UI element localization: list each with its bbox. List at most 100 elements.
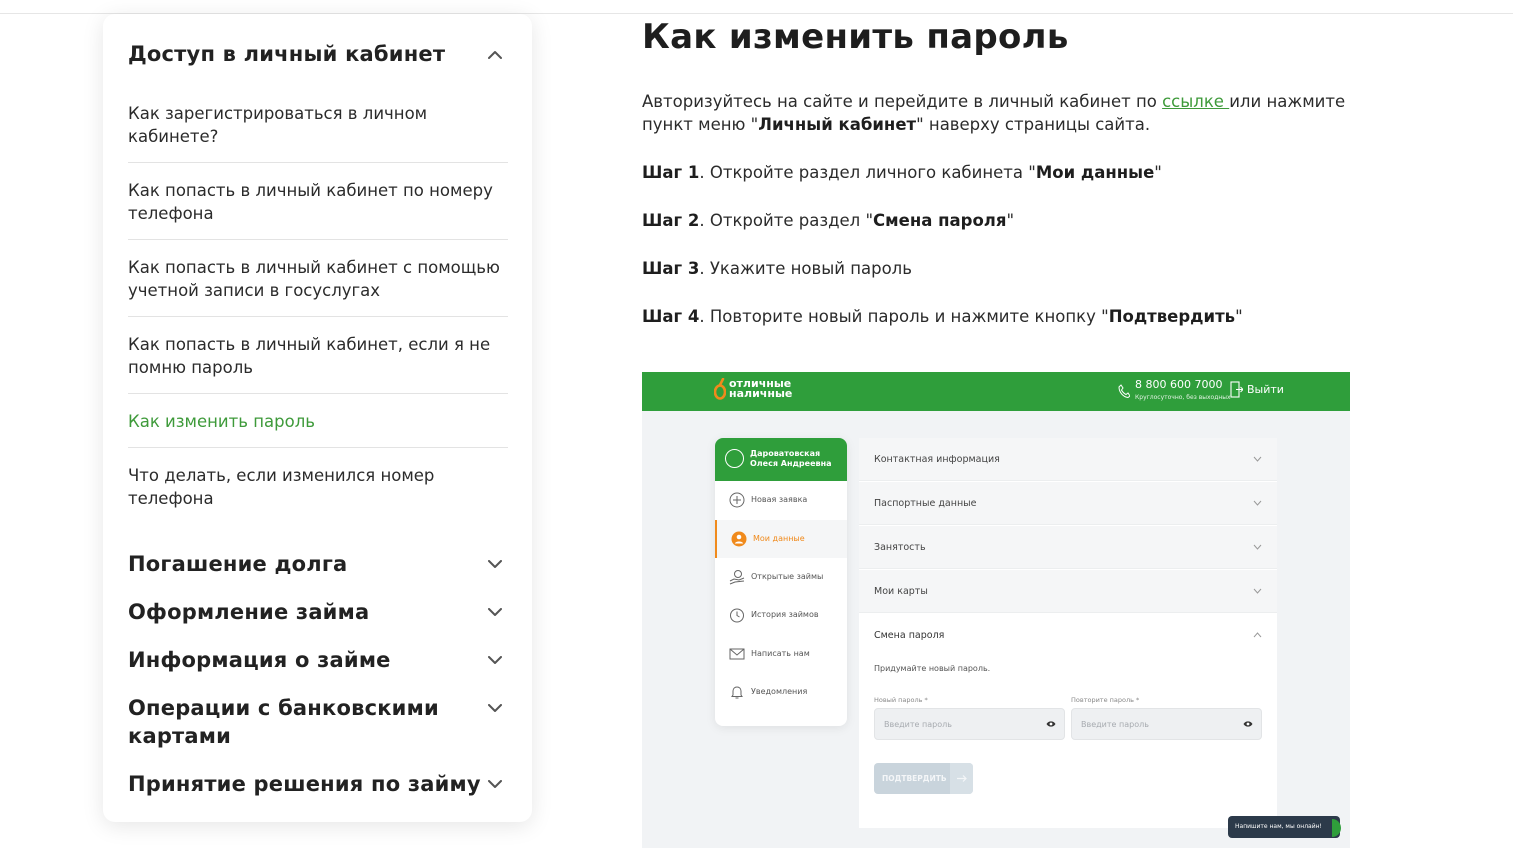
profile-user-block: Дароватовская Олеся Андреевна bbox=[715, 438, 847, 481]
chevron-down-icon bbox=[482, 550, 508, 578]
accordion-label: Контактная информация bbox=[874, 454, 1000, 465]
section-title: Информация о займе bbox=[128, 648, 391, 672]
section-bank-cards[interactable]: Операции с банковскими картами bbox=[128, 694, 508, 750]
step-text: " bbox=[1154, 163, 1162, 182]
chevron-down-icon bbox=[1253, 588, 1262, 594]
password-hint: Придумайте новый пароль. bbox=[874, 664, 991, 673]
step-text: " bbox=[1235, 307, 1243, 326]
chat-label: Напишите нам, мы онлайн! bbox=[1235, 823, 1322, 830]
plus-circle-icon bbox=[729, 492, 745, 508]
chevron-down-icon bbox=[482, 770, 508, 798]
logo-mark-icon bbox=[713, 377, 727, 400]
intro-text: Авторизуйтесь на сайте и перейдите в лич… bbox=[642, 92, 1163, 111]
accordion-label: Смена пароля bbox=[874, 630, 945, 641]
user-name: Олеся Андреевна bbox=[750, 459, 832, 468]
step-text: " bbox=[1006, 211, 1015, 230]
step-bold: Смена пароля bbox=[873, 211, 1007, 230]
step-4: Шаг 4. Повторите новый пароль и нажмите … bbox=[642, 305, 1362, 328]
faq-link-gosuslugi-login[interactable]: Как попасть в личный кабинет с помощью у… bbox=[128, 256, 508, 302]
section-title: Оформление займа bbox=[128, 600, 370, 624]
accordion-contact-info: Контактная информация bbox=[859, 438, 1277, 481]
step-label: Шаг 4 bbox=[642, 307, 700, 326]
eye-icon bbox=[1046, 721, 1056, 727]
menu-loan-history: История займов bbox=[715, 596, 847, 634]
faq-link-phone-login[interactable]: Как попасть в личный кабинет по номеру т… bbox=[128, 179, 508, 225]
section-title: Доступ в личный кабинет bbox=[128, 42, 446, 66]
intro-text: " наверху страницы сайта. bbox=[916, 115, 1151, 134]
menu-label: Уведомления bbox=[751, 687, 808, 696]
section-debt-repayment[interactable]: Погашение долга bbox=[128, 550, 508, 578]
menu-my-data: Мои данные bbox=[715, 520, 847, 558]
repeat-password-label: Повторите пароль * bbox=[1071, 696, 1140, 704]
eye-icon bbox=[1243, 721, 1253, 727]
logout-icon bbox=[1230, 381, 1244, 402]
divider bbox=[128, 162, 508, 163]
step-text: . Укажите новый пароль bbox=[699, 259, 912, 278]
phone-icon bbox=[1118, 383, 1131, 402]
chevron-down-icon bbox=[1253, 456, 1262, 462]
step-2: Шаг 2. Откройте раздел "Смена пароля" bbox=[642, 209, 1362, 232]
menu-label: Открытые займы bbox=[751, 572, 824, 581]
step-text: . Откройте раздел личного кабинета " bbox=[699, 163, 1036, 182]
support-phone: 8 800 600 7000 bbox=[1135, 378, 1223, 391]
menu-notifications: Уведомления bbox=[715, 673, 847, 711]
bell-icon bbox=[731, 686, 743, 699]
chevron-down-icon bbox=[1253, 500, 1262, 506]
step-text: . Откройте раздел " bbox=[699, 211, 874, 230]
accordion-my-cards: Мои карты bbox=[859, 570, 1277, 613]
chevron-down-icon bbox=[482, 646, 508, 674]
step-label: Шаг 1 bbox=[642, 163, 700, 182]
divider bbox=[128, 316, 508, 317]
step-label: Шаг 3 bbox=[642, 259, 700, 278]
section-loan-decision[interactable]: Принятие решения по займу bbox=[128, 770, 508, 798]
logo-line: наличные bbox=[729, 387, 793, 400]
arrow-right-icon bbox=[950, 763, 973, 794]
step-bold: Мои данные bbox=[1035, 163, 1155, 182]
faq-sidebar: Доступ в личный кабинет Как зарегистриро… bbox=[103, 14, 532, 822]
step-label: Шаг 2 bbox=[642, 211, 700, 230]
mail-icon bbox=[729, 648, 745, 660]
user-name: Дароватовская bbox=[750, 449, 821, 458]
chat-widget: Напишите нам, мы онлайн! bbox=[1228, 816, 1341, 838]
article-intro: Авторизуйтесь на сайте и перейдите в лич… bbox=[642, 90, 1362, 136]
section-title: Принятие решения по займу bbox=[128, 772, 481, 796]
divider bbox=[128, 239, 508, 240]
section-loan-application[interactable]: Оформление займа bbox=[128, 598, 508, 626]
support-phone-note: Круглосуточно, без выходных bbox=[1135, 394, 1231, 401]
menu-new-application: Новая заявка bbox=[715, 481, 847, 519]
accordion-label: Паспортные данные bbox=[874, 498, 977, 509]
account-link[interactable]: ссылке bbox=[1162, 92, 1229, 111]
section-title: Операции с банковскими картами bbox=[128, 696, 439, 748]
section-title: Погашение долга bbox=[128, 552, 348, 576]
step-text: . Повторите новый пароль и нажмите кнопк… bbox=[699, 307, 1109, 326]
step-3: Шаг 3. Укажите новый пароль bbox=[642, 257, 1362, 280]
faq-link-forgot-password[interactable]: Как попасть в личный кабинет, если я не … bbox=[128, 333, 508, 379]
accordion-label: Мои карты bbox=[874, 586, 928, 597]
user-icon bbox=[731, 531, 747, 547]
section-loan-info[interactable]: Информация о займе bbox=[128, 646, 508, 674]
menu-label: Написать нам bbox=[751, 649, 810, 658]
menu-open-loans: Открытые займы bbox=[715, 558, 847, 596]
faq-link-change-password[interactable]: Как изменить пароль bbox=[128, 410, 508, 433]
menu-label: История займов bbox=[751, 610, 819, 619]
logout-button: Выйти bbox=[1247, 383, 1284, 396]
confirm-label: ПОДТВЕРДИТЬ bbox=[882, 774, 947, 783]
chevron-down-icon bbox=[482, 694, 508, 722]
menu-write-us: Написать нам bbox=[715, 635, 847, 673]
faq-link-phone-changed[interactable]: Что делать, если изменился номер телефон… bbox=[128, 464, 508, 510]
repeat-password-field: Введите пароль bbox=[1071, 708, 1262, 740]
menu-label: Новая заявка bbox=[751, 495, 808, 504]
accordion-change-password: Смена пароля bbox=[859, 614, 1277, 657]
profile-menu-card: Дароватовская Олеся Андреевна Новая заяв… bbox=[715, 438, 847, 726]
faq-link-register[interactable]: Как зарегистрироваться в личном кабинете… bbox=[128, 102, 508, 148]
chevron-down-icon bbox=[482, 598, 508, 626]
accordion-employment: Занятость bbox=[859, 526, 1277, 569]
confirm-button: ПОДТВЕРДИТЬ bbox=[874, 763, 973, 794]
chat-status-indicator bbox=[1332, 819, 1341, 837]
chevron-down-icon bbox=[1253, 544, 1262, 550]
intro-bold: Личный кабинет bbox=[758, 115, 917, 134]
instruction-screenshot: отличные наличные 8 800 600 7000 Круглос… bbox=[642, 372, 1350, 848]
menu-label: Мои данные bbox=[753, 534, 805, 543]
divider bbox=[128, 393, 508, 394]
section-access-account[interactable]: Доступ в личный кабинет bbox=[128, 40, 508, 68]
